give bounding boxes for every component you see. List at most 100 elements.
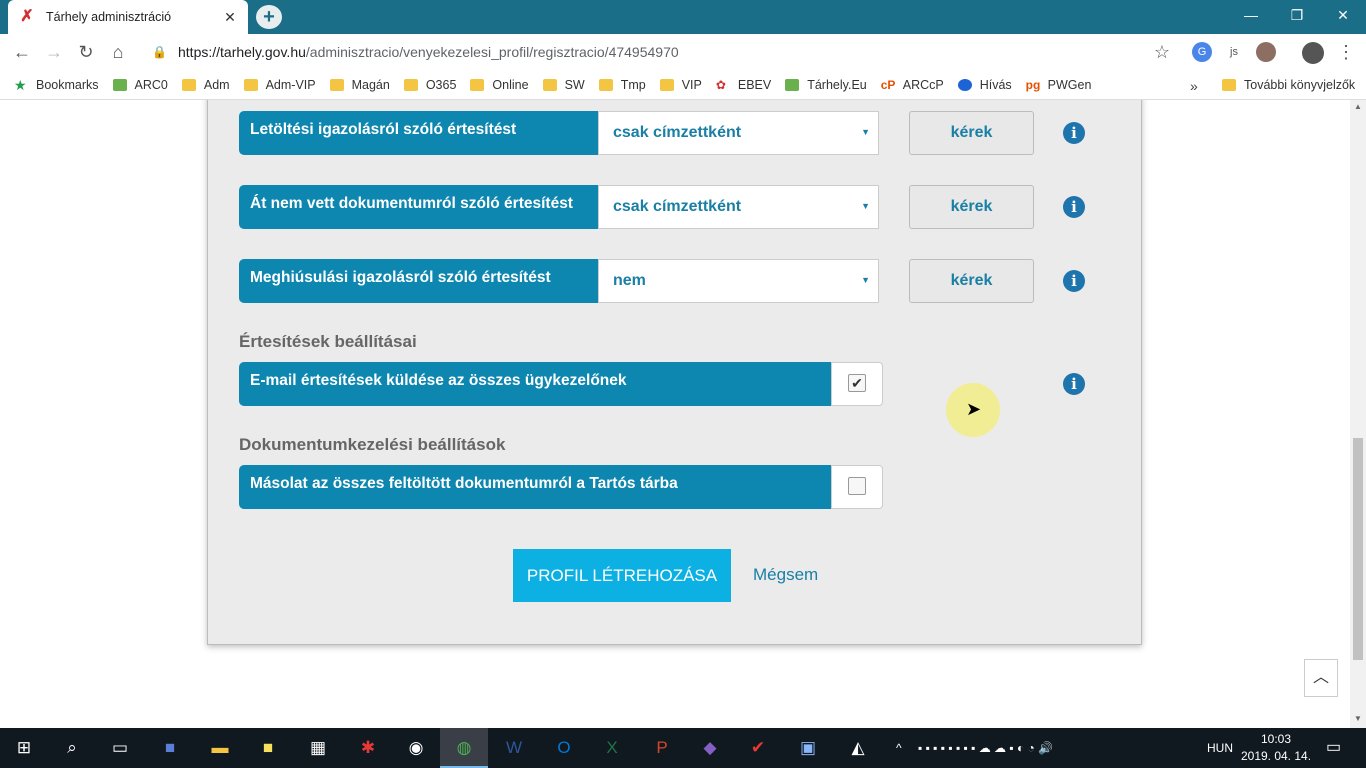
row-label: Át nem vett dokumentumról szóló értesíté… (239, 185, 598, 229)
site-favicon-icon: ✗ (20, 8, 34, 25)
phone-icon (957, 78, 972, 91)
browser-titlebar: ✗ Tárhely adminisztráció ✕ + — ❐ ✕ (0, 0, 1366, 34)
close-window-button[interactable]: ✕ (1320, 0, 1366, 30)
pwgen-icon: pg (1025, 77, 1041, 92)
folder-icon (542, 78, 557, 91)
bookmark-folder[interactable]: Tmp (598, 78, 646, 92)
folder-icon (181, 78, 196, 91)
search-icon[interactable]: ⌕ (60, 736, 84, 760)
minimize-button[interactable]: — (1228, 0, 1274, 30)
new-tab-button[interactable]: + (256, 5, 282, 29)
bookmark-item[interactable]: ARC0 (112, 78, 168, 92)
bookmark-folder[interactable]: Online (470, 78, 529, 92)
vpn-lock-icon[interactable]: ◉ (404, 736, 428, 760)
restore-button[interactable]: ❐ (1274, 0, 1320, 30)
dropdown-arrow-icon: ▼ (861, 127, 870, 137)
bookmark-item[interactable]: cP ARCcP (881, 78, 944, 92)
bookmark-item[interactable]: ★ Bookmarks (14, 78, 99, 92)
tray-app-icons[interactable]: ▪ ▪ ▪ ▪ ▪ ▪ ▪ ▪ ☁ ☁ ▪ ◐ ◔ 🔊 (918, 728, 1053, 768)
info-icon[interactable]: i (1063, 270, 1085, 292)
bookmark-folder[interactable]: Adm (181, 78, 230, 92)
save-app-icon[interactable]: ■ (158, 736, 182, 760)
request-button[interactable]: kérek (909, 185, 1034, 229)
bookmark-star-icon[interactable]: ☆ (1150, 40, 1174, 64)
star-icon: ★ (14, 76, 27, 93)
remote-desktop-icon[interactable]: ▣ (796, 736, 820, 760)
more-bookmarks-chevron-icon[interactable]: » (1190, 78, 1198, 94)
windows-taskbar: ⊞ ⌕ ▭ ■ ▬ ■ ▦ ✱ ◉ ◍ W O X P ◆ ✔ ▣ ◭ ^ ▪ … (0, 728, 1366, 768)
folder-icon (329, 78, 344, 91)
tab-close-icon[interactable]: ✕ (222, 9, 238, 26)
cookie-extension-icon[interactable] (1256, 42, 1276, 62)
js-extension-icon[interactable]: js (1224, 42, 1244, 62)
bookmark-item[interactable]: pg PWGen (1026, 78, 1092, 92)
bookmark-folder[interactable]: SW (542, 78, 585, 92)
request-button[interactable]: kérek (909, 259, 1034, 303)
sticky-notes-icon[interactable]: ■ (256, 736, 280, 760)
bookmark-folder[interactable]: Adm-VIP (243, 78, 316, 92)
bookmark-item[interactable]: ✿ EBEV (716, 78, 771, 92)
reload-icon[interactable]: ↻ (74, 40, 98, 64)
back-icon[interactable]: ← (10, 40, 34, 64)
taskbar-clock[interactable]: 10:03 2019. 04. 14. (1240, 731, 1312, 765)
notification-select[interactable]: csak címzettként ▼ (598, 111, 879, 155)
other-bookmarks-folder[interactable]: További könyvjelzők (1222, 70, 1355, 100)
clock-time: 10:03 (1260, 732, 1292, 746)
email-notification-checkbox[interactable]: ✔ (848, 374, 866, 392)
page-viewport: Letöltési igazolásról szóló értesítést c… (0, 100, 1350, 728)
input-language[interactable]: HUN (1207, 728, 1233, 768)
url-host: https://tarhely.gov.hu (178, 44, 306, 60)
notification-select[interactable]: csak címzettként ▼ (598, 185, 879, 229)
document-settings-heading: Dokumentumkezelési beállítások (239, 435, 506, 454)
info-icon[interactable]: i (1063, 196, 1085, 218)
translate-extension-icon[interactable]: G (1192, 42, 1212, 62)
menu-icon[interactable]: ⋮ (1334, 40, 1358, 64)
bookmarks-bar: ★ Bookmarks ARC0 Adm Adm-VIP Magán O365 O… (0, 70, 1366, 100)
copy-checkbox-wrap (831, 465, 883, 509)
task-checklist-icon[interactable]: ✔ (746, 736, 770, 760)
chrome-icon[interactable]: ◍ (452, 736, 476, 760)
info-icon[interactable]: i (1063, 373, 1085, 395)
windows-start-icon[interactable]: ⊞ (12, 736, 36, 760)
profile-form-card: Letöltési igazolásról szóló értesítést c… (207, 100, 1142, 645)
scroll-thumb[interactable] (1353, 438, 1363, 660)
photo-app-icon[interactable]: ◭ (846, 736, 870, 760)
visual-studio-icon[interactable]: ◆ (698, 736, 722, 760)
info-icon[interactable]: i (1063, 122, 1085, 144)
file-explorer-icon[interactable]: ▬ (208, 736, 232, 760)
browser-tab[interactable]: ✗ Tárhely adminisztráció ✕ (8, 0, 248, 34)
email-notification-label: E-mail értesítések küldése az összes ügy… (239, 362, 831, 406)
mouse-cursor-icon: ➤ (966, 399, 982, 419)
forward-icon[interactable]: → (42, 40, 66, 64)
task-view-icon[interactable]: ▭ (108, 736, 132, 760)
bookmark-folder[interactable]: O365 (403, 78, 456, 92)
bookmark-item[interactable]: Tárhely.Eu (785, 78, 867, 92)
tab-title: Tárhely adminisztráció (46, 10, 172, 24)
excel-icon[interactable]: X (600, 736, 624, 760)
powerpoint-icon[interactable]: P (650, 736, 674, 760)
tray-expand-icon[interactable]: ^ (896, 728, 902, 768)
back-to-top-button[interactable]: ︿ (1304, 659, 1338, 697)
bookmark-item[interactable]: Hívás (957, 78, 1012, 92)
home-icon[interactable]: ⌂ (106, 40, 130, 64)
request-button[interactable]: kérek (909, 111, 1034, 155)
bookmark-folder[interactable]: Magán (329, 78, 390, 92)
cancel-link[interactable]: Mégsem (753, 565, 818, 585)
dropdown-arrow-icon: ▼ (861, 275, 870, 285)
profile-avatar[interactable] (1302, 42, 1324, 64)
copy-documents-checkbox[interactable] (848, 477, 866, 495)
scroll-down-icon[interactable]: ▼ (1354, 714, 1362, 723)
address-bar[interactable]: 🔒 https://tarhely.gov.hu /adminisztracio… (140, 38, 1180, 66)
scroll-up-icon[interactable]: ▲ (1354, 102, 1362, 111)
calculator-icon[interactable]: ▦ (306, 736, 330, 760)
word-icon[interactable]: W (502, 736, 526, 760)
action-center-icon[interactable]: ▭ (1326, 728, 1341, 768)
notification-select[interactable]: nem ▼ (598, 259, 879, 303)
create-profile-button[interactable]: PROFIL LÉTREHOZÁSA (513, 549, 731, 602)
folder-icon (659, 78, 674, 91)
outlook-icon[interactable]: O (552, 736, 576, 760)
page-scrollbar[interactable]: ▲ ▼ (1350, 100, 1366, 728)
clock-date: 2019. 04. 14. (1240, 749, 1312, 763)
bookmark-folder[interactable]: VIP (659, 78, 702, 92)
red-app-icon[interactable]: ✱ (356, 736, 380, 760)
